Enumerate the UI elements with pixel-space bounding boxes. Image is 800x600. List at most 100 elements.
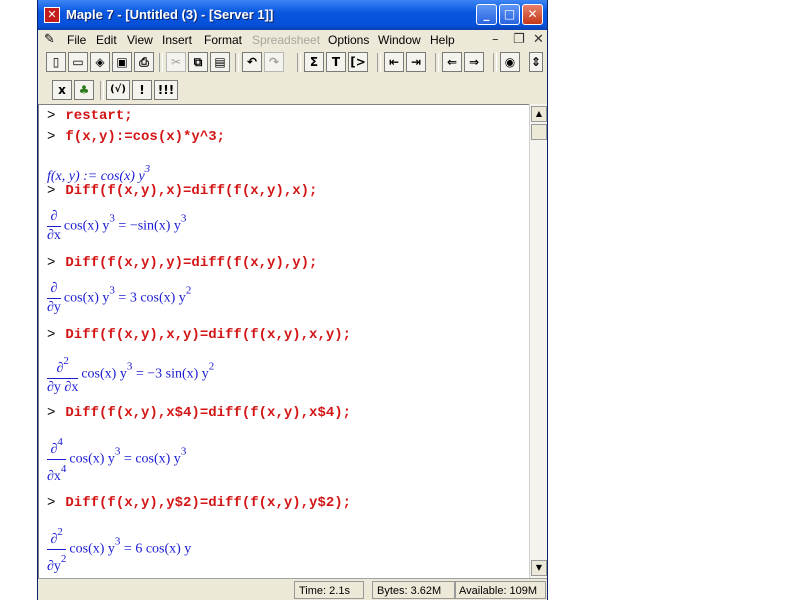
paste-icon[interactable]: ▤	[210, 52, 230, 72]
maple-leaf-button[interactable]: ♣	[74, 80, 94, 100]
indent-icon[interactable]: ⇥	[406, 52, 426, 72]
menu-file[interactable]: File	[67, 30, 86, 50]
output-text: cos(x) y	[81, 366, 127, 382]
partial-variable: ∂y	[47, 559, 61, 574]
derivative-fraction: ∂ ∂y	[47, 280, 61, 317]
prompt: >	[47, 183, 56, 199]
scroll-down-arrow-icon[interactable]: ▼	[531, 560, 547, 576]
worksheet-area[interactable]: > restart; > f(x,y):=cos(x)*y^3; f(x, y) :…	[38, 104, 529, 578]
output-text: = 3 cos(x) y	[118, 290, 186, 306]
check-syntax-button[interactable]: (√)	[106, 80, 130, 100]
redo-icon[interactable]: ↷	[264, 52, 284, 72]
prompt: >	[47, 405, 56, 421]
vertical-scrollbar[interactable]: ▲ ▼	[529, 104, 547, 578]
output-math: ∂ ∂y cos(x) y3 = 3 cos(x) y2	[47, 280, 191, 317]
denominator: ∂y ∂x	[47, 380, 79, 395]
input-text: Diff(f(x,y),x)=diff(f(x,y),x);	[65, 183, 318, 199]
maximize-button[interactable]: □	[499, 4, 520, 25]
toolbar-separator	[297, 53, 301, 72]
exponent: 3	[144, 163, 151, 175]
input-line[interactable]: > Diff(f(x,y),y)=diff(f(x,y),y);	[47, 255, 317, 271]
input-line[interactable]: > Diff(f(x,y),y$2)=diff(f(x,y),y$2);	[47, 495, 351, 511]
doc-restore-icon[interactable]: ❐	[513, 30, 525, 50]
output-text: = cos(x) y	[123, 451, 181, 467]
output-text: cos(x) y	[63, 218, 110, 234]
exponent: 2	[63, 355, 69, 367]
undo-icon[interactable]: ↶	[242, 52, 262, 72]
output-text: = 6 cos(x) y	[123, 541, 192, 557]
minimize-button[interactable]: _	[476, 4, 497, 25]
prompt: >	[47, 108, 56, 124]
doc-minimize-icon[interactable]: –	[492, 30, 499, 50]
menu-help[interactable]: Help	[430, 30, 455, 50]
exponent: 2	[57, 526, 63, 538]
input-text: Diff(f(x,y),x,y)=diff(f(x,y),x,y);	[65, 327, 352, 343]
maple-leaf-icon[interactable]: ✕	[44, 7, 60, 23]
status-bar: Time: 2.1s Bytes: 3.62M Available: 109M	[38, 578, 547, 600]
numerator: ∂	[47, 280, 61, 299]
forward-arrow-icon[interactable]: ⇒	[464, 52, 484, 72]
exponent: 2	[208, 360, 215, 373]
input-text: Diff(f(x,y),x$4)=diff(f(x,y),x$4);	[65, 405, 352, 421]
prompt: >	[47, 129, 56, 145]
back-arrow-icon[interactable]: ⇐	[442, 52, 462, 72]
new-file-icon[interactable]: ▯	[46, 52, 66, 72]
math-mode-button[interactable]: x	[52, 80, 72, 100]
menu-window[interactable]: Window	[378, 30, 421, 50]
toolbar-separator	[377, 53, 381, 72]
context-toolbar: x ♣ (√) ! !!!	[38, 78, 547, 104]
menu-format[interactable]: Format	[204, 30, 242, 50]
open-file-icon[interactable]: ▭	[68, 52, 88, 72]
toolbar-separator	[435, 53, 439, 72]
document-icon[interactable]: ✎	[44, 30, 55, 50]
stop-icon[interactable]: ◉	[500, 52, 520, 72]
input-text: f(x,y):=cos(x)*y^3;	[65, 129, 226, 145]
outdent-icon[interactable]: ⇤	[384, 52, 404, 72]
toolbar-scroll-icon[interactable]: ⇕	[529, 52, 543, 72]
scroll-thumb[interactable]	[531, 124, 547, 140]
menu-options[interactable]: Options	[328, 30, 369, 50]
denominator: ∂x4	[47, 460, 66, 486]
output-text: = −3 sin(x) y	[135, 366, 209, 382]
output-text: cos(x) y	[69, 451, 115, 467]
menu-view[interactable]: View	[127, 30, 153, 50]
input-line[interactable]: > Diff(f(x,y),x)=diff(f(x,y),x);	[47, 183, 317, 199]
denominator: ∂x	[47, 228, 61, 243]
output-math: ∂ ∂x cos(x) y3 = −sin(x) y3	[47, 208, 186, 245]
menu-insert[interactable]: Insert	[162, 30, 192, 50]
input-line[interactable]: > f(x,y):=cos(x)*y^3;	[47, 129, 225, 145]
prompt: >	[47, 327, 56, 343]
numerator: ∂4	[47, 433, 67, 460]
menu-bar: ✎ File Edit View Insert Format Spreadshe…	[38, 30, 547, 50]
title-bar: ✕ Maple 7 - [Untitled (3) - [Server 1]] …	[38, 0, 547, 30]
input-line[interactable]: > Diff(f(x,y),x,y)=diff(f(x,y),x,y);	[47, 327, 351, 343]
sum-icon[interactable]: Σ	[304, 52, 324, 72]
exponent: 3	[180, 445, 187, 458]
insert-prompt-icon[interactable]: [>	[348, 52, 368, 72]
open-url-icon[interactable]: ◈	[90, 52, 110, 72]
derivative-fraction: ∂4 ∂x4	[47, 433, 67, 486]
doc-close-icon[interactable]: ✕	[533, 30, 544, 50]
exponent: 3	[114, 535, 121, 548]
prompt: >	[47, 495, 56, 511]
save-icon[interactable]: ▣	[112, 52, 132, 72]
execute-all-button[interactable]: !!!	[154, 80, 178, 100]
scroll-up-arrow-icon[interactable]: ▲	[531, 106, 547, 122]
input-line[interactable]: > Diff(f(x,y),x$4)=diff(f(x,y),x$4);	[47, 405, 351, 421]
output-text: f(x, y) := cos(x) y	[47, 169, 145, 184]
cut-icon[interactable]: ✂	[166, 52, 186, 72]
copy-icon[interactable]: ⧉	[188, 52, 208, 72]
output-math: ∂2 ∂y ∂x cos(x) y3 = −3 sin(x) y2	[47, 352, 214, 397]
exponent: 3	[114, 445, 121, 458]
print-icon[interactable]: ⎙	[134, 52, 154, 72]
menu-spreadsheet[interactable]: Spreadsheet	[252, 30, 320, 50]
input-line[interactable]: > restart;	[47, 108, 133, 124]
maple-window: ✕ Maple 7 - [Untitled (3) - [Server 1]] …	[37, 0, 548, 600]
text-icon[interactable]: T	[326, 52, 346, 72]
close-button[interactable]: ✕	[522, 4, 543, 25]
execute-button[interactable]: !	[132, 80, 152, 100]
exponent: 3	[109, 284, 115, 297]
derivative-fraction: ∂2 ∂y2	[47, 523, 67, 576]
menu-edit[interactable]: Edit	[96, 30, 117, 50]
numerator: ∂2	[47, 352, 79, 379]
